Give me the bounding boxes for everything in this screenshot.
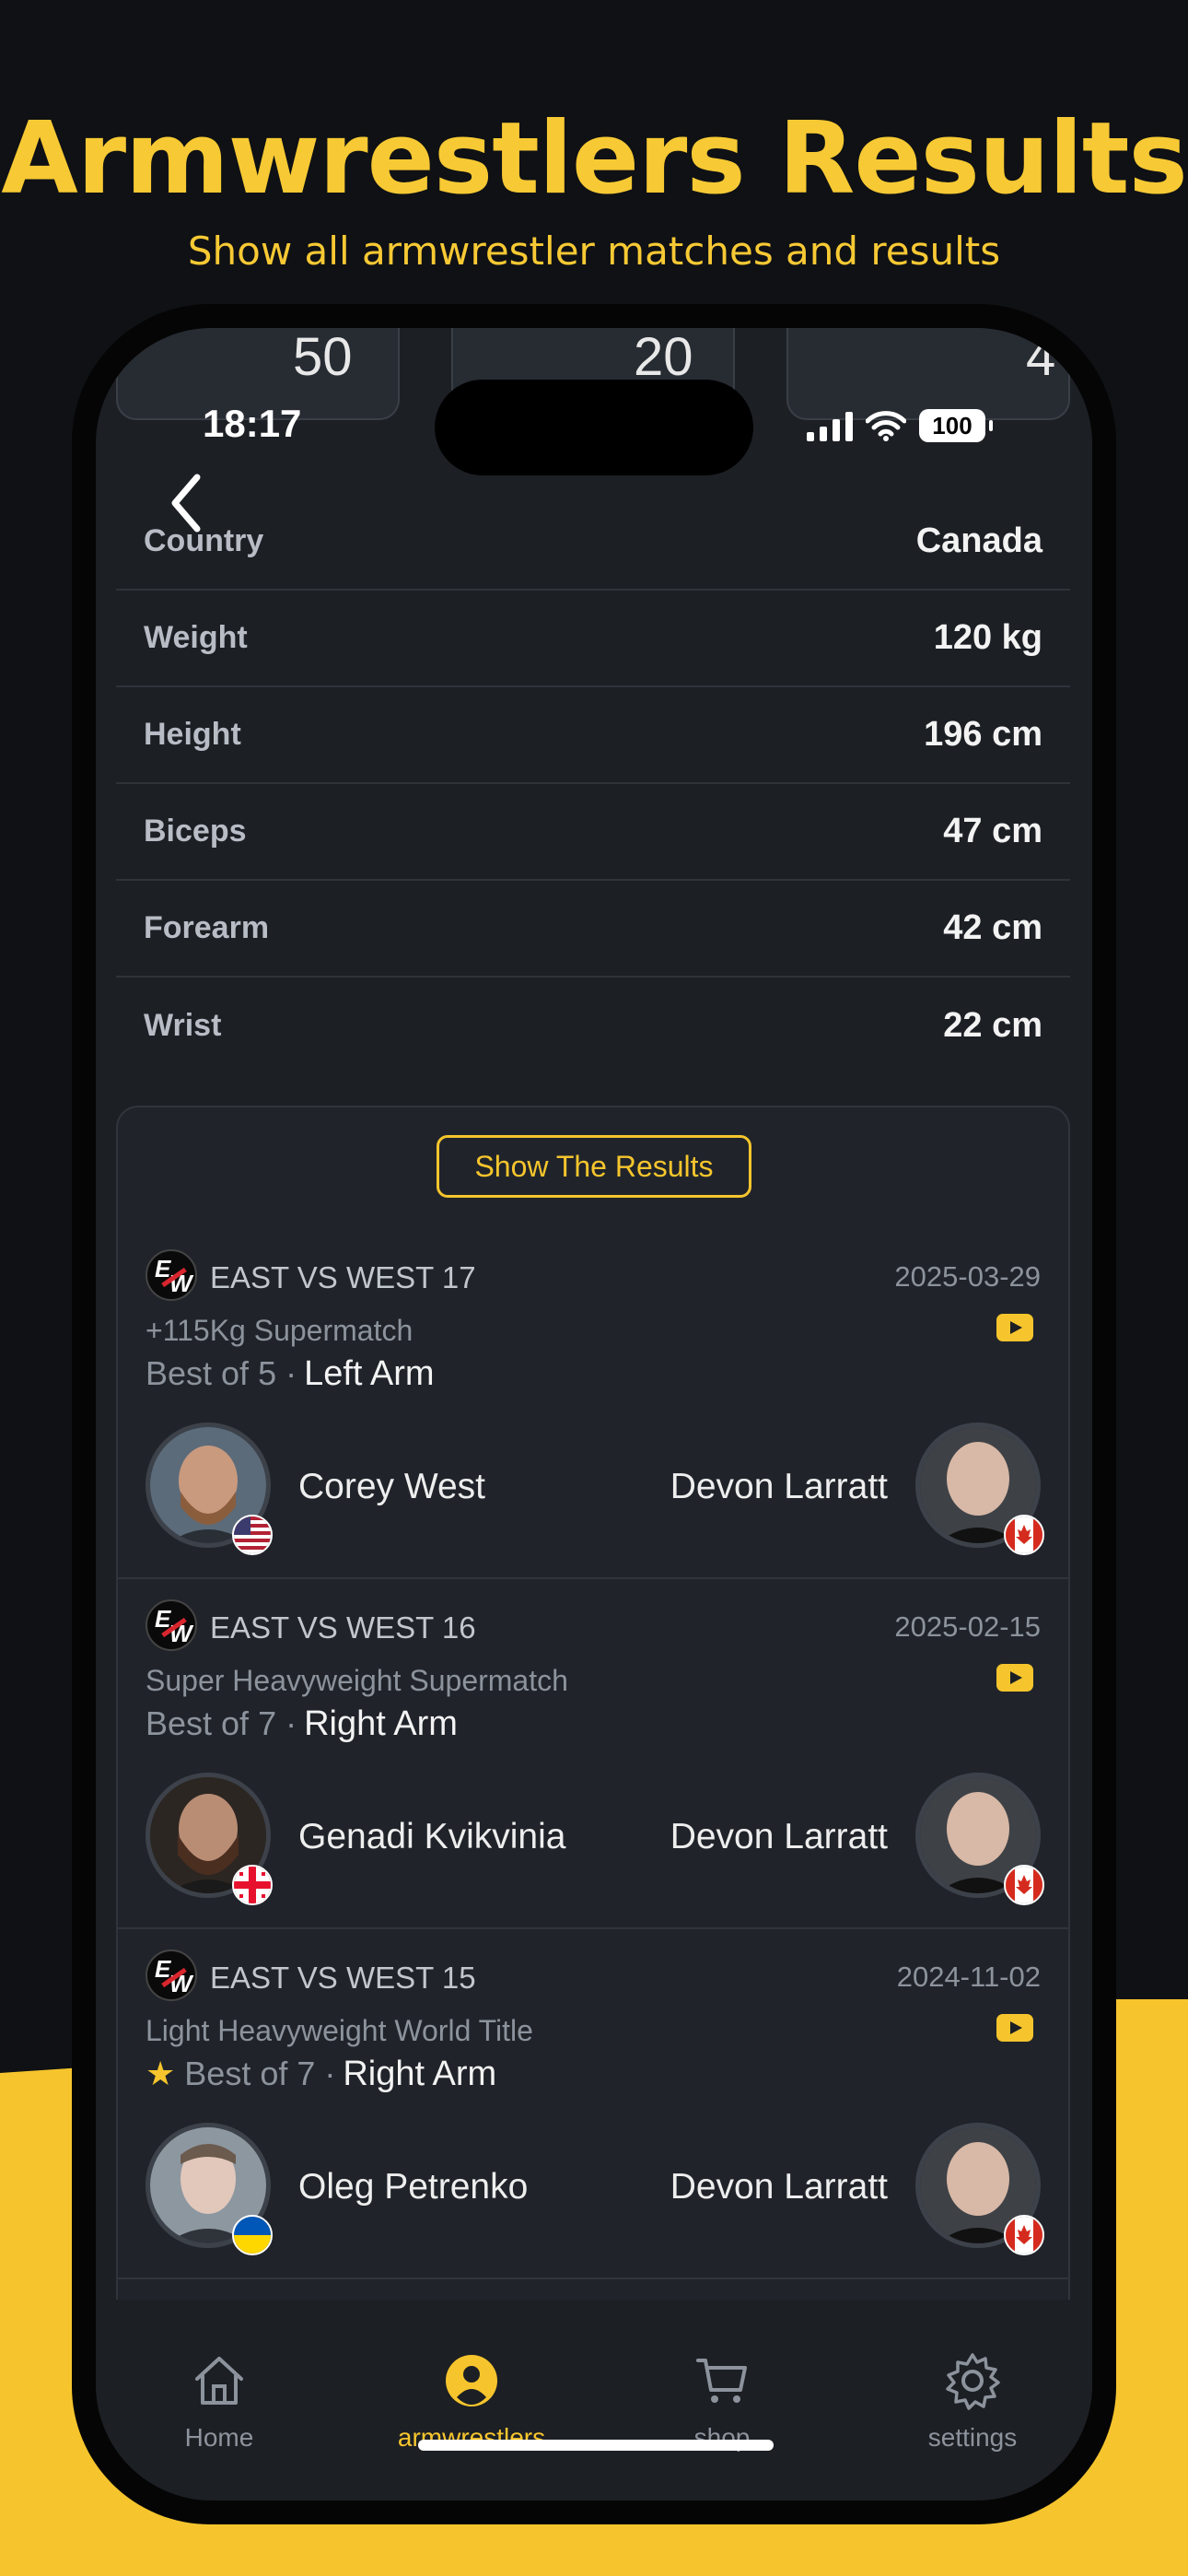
match-category: Super Heavyweight Supermatch (146, 1664, 568, 1697)
wifi-icon (866, 411, 906, 441)
tab-armwrestlers[interactable]: armwrestlers (361, 2351, 582, 2453)
cart-icon (696, 2359, 747, 2403)
flag-canada-icon (1004, 1865, 1044, 1905)
info-row-country: Country Canada (116, 494, 1070, 591)
tab-bar: Home armwrestlers shop settings (96, 2300, 1092, 2500)
info-value: 22 cm (943, 1006, 1042, 1045)
show-results-button[interactable]: Show The Results (437, 1135, 751, 1198)
info-row-biceps: Biceps 47 cm (116, 784, 1070, 881)
youtube-play-icon[interactable] (996, 1664, 1033, 1692)
ticker-card-right: 4 (786, 328, 1070, 420)
battery-icon: 100 (919, 409, 993, 442)
arm-label: Left Arm (304, 1354, 435, 1393)
best-of-label: Best of 7 · (184, 2055, 336, 2092)
youtube-play-icon[interactable] (996, 2014, 1033, 2042)
tab-label: settings (927, 2423, 1018, 2452)
east-vs-west-logo-icon: EW (146, 1599, 197, 1651)
info-value: 42 cm (943, 908, 1042, 947)
right-athlete-name: Devon Larratt (670, 1817, 888, 1856)
match-card[interactable]: EW EAST VS WEST 16 2025-02-15 Super Heav… (118, 1579, 1068, 1929)
event-name: EAST VS WEST 15 (210, 1961, 476, 1995)
info-label: Weight (144, 620, 248, 655)
ticker-value: 4 (1026, 328, 1056, 387)
ticker-value: 50 (293, 328, 353, 387)
match-category: Light Heavyweight World Title (146, 2014, 533, 2047)
page-subtitle: Show all armwrestler matches and results (187, 228, 1001, 274)
status-time: 18:17 (203, 402, 302, 445)
info-row-weight: Weight 120 kg (116, 591, 1070, 687)
match-date: 2025-02-15 (894, 1610, 1041, 1643)
info-value: 120 kg (933, 618, 1042, 657)
tab-shop[interactable]: shop (611, 2351, 833, 2453)
event-name: EAST VS WEST 17 (210, 1260, 476, 1294)
info-label: Country (144, 523, 264, 558)
home-indicator[interactable] (418, 2440, 774, 2451)
flag-usa-icon (232, 1515, 273, 1555)
arm-label: Right Arm (304, 1704, 458, 1743)
youtube-play-icon[interactable] (996, 1314, 1033, 1341)
info-value: 196 cm (924, 715, 1042, 754)
user-icon (446, 2355, 497, 2406)
home-icon (195, 2357, 243, 2405)
info-value: Canada (915, 521, 1042, 560)
flag-canada-icon (1004, 2215, 1044, 2255)
best-of-label: Best of 5 · (146, 1354, 297, 1392)
match-format: Best of 5 · Left Arm (146, 1354, 435, 1394)
info-label: Forearm (144, 910, 270, 945)
info-row-forearm: Forearm 42 cm (116, 881, 1070, 978)
title-star-icon: ★ (146, 2055, 176, 2092)
left-athlete-name: Oleg Petrenko (298, 2167, 529, 2207)
phone-frame: 50 20 4 18:17 100 Country Canada Weight … (72, 304, 1116, 2524)
page-title: Armwrestlers Results (1, 101, 1188, 217)
tab-settings[interactable]: settings (862, 2351, 1083, 2453)
east-vs-west-logo-icon: EW (146, 1249, 197, 1301)
match-card[interactable]: EW EAST VS WEST 15 2024-11-02 Light Heav… (118, 1929, 1068, 2279)
match-date: 2024-11-02 (896, 1961, 1041, 1993)
arm-label: Right Arm (343, 2055, 497, 2093)
east-vs-west-logo-icon: EW (146, 1950, 197, 2001)
match-category: +115Kg Supermatch (146, 1314, 413, 1347)
tab-home[interactable]: Home (109, 2351, 330, 2453)
signal-icon (807, 410, 853, 441)
info-label: Wrist (144, 1008, 222, 1043)
left-athlete-name: Corey West (298, 1467, 485, 1506)
info-label: Height (144, 717, 241, 752)
match-format: ★ Best of 7 · Right Arm (146, 2055, 496, 2094)
info-row-height: Height 196 cm (116, 687, 1070, 784)
left-athlete-name: Genadi Kvikvinia (298, 1817, 566, 1856)
gear-icon (946, 2353, 1000, 2410)
info-row-wrist: Wrist 22 cm (116, 978, 1070, 1074)
phone-screen: 50 20 4 18:17 100 Country Canada Weight … (96, 328, 1092, 2500)
flag-georgia-icon (232, 1865, 273, 1905)
dynamic-island (435, 380, 753, 475)
right-athlete-name: Devon Larratt (670, 2167, 888, 2207)
flag-ukraine-icon (232, 2215, 273, 2255)
info-label: Biceps (144, 814, 247, 849)
match-format: Best of 7 · Right Arm (146, 1704, 458, 1744)
flag-canada-icon (1004, 1515, 1044, 1555)
match-card[interactable]: EW EAST VS WEST 17 2025-03-29 +115Kg Sup… (118, 1229, 1068, 1579)
best-of-label: Best of 7 · (146, 1704, 297, 1742)
right-athlete-name: Devon Larratt (670, 1467, 888, 1506)
results-panel: Show The Results EW EAST VS WEST 17 2025… (116, 1106, 1070, 2395)
tab-label: Home (184, 2423, 254, 2452)
info-value: 47 cm (943, 812, 1042, 850)
status-icons: 100 (807, 409, 993, 442)
match-date: 2025-03-29 (894, 1260, 1041, 1293)
event-name: EAST VS WEST 16 (210, 1610, 476, 1645)
